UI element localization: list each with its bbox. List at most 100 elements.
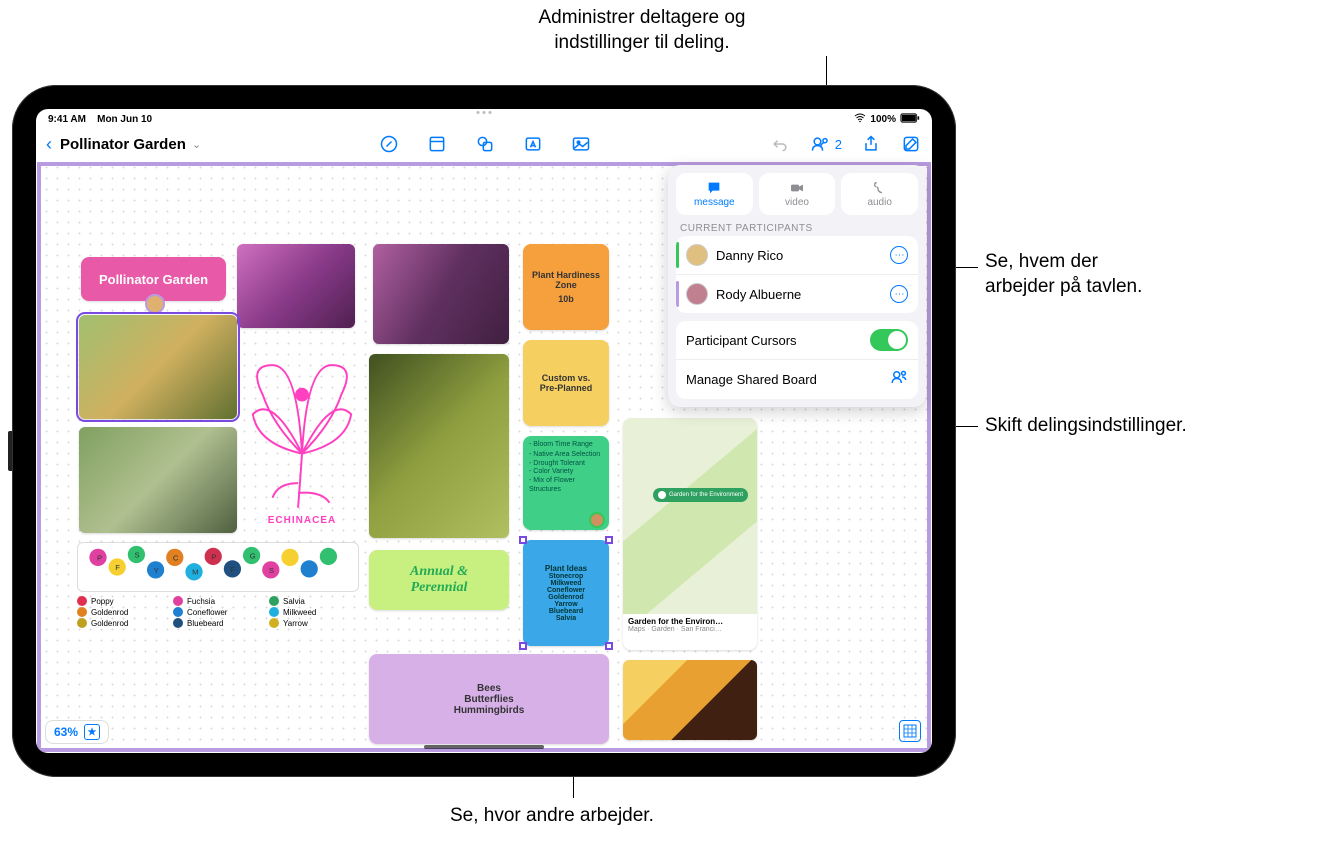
collaboration-popover: message video audio CURRENT PARTICIPANTS… <box>668 165 926 407</box>
callout-participants: Se, hvem der arbejder på tavlen. <box>985 250 1142 299</box>
multitask-dots[interactable] <box>477 111 492 114</box>
svg-text:F: F <box>230 565 235 574</box>
zoom-value: 63% <box>54 725 78 739</box>
status-right: 100% <box>854 113 920 126</box>
callout-top: Administrer deltagere og indstillinger t… <box>472 6 812 55</box>
popover-tab-message[interactable]: message <box>676 173 753 215</box>
title-menu-chevron[interactable]: ⌄ <box>192 138 201 151</box>
svg-text:M: M <box>192 568 198 577</box>
legend-item: Milkweed <box>269 607 359 617</box>
switch-on[interactable] <box>870 329 908 351</box>
idea-1: Milkweed <box>550 580 581 587</box>
undo-icon[interactable] <box>769 133 791 155</box>
sticky-zone[interactable]: Plant Hardiness Zone 10b <box>523 244 609 330</box>
map-card[interactable]: Garden for the Environment Garden for th… <box>623 418 757 650</box>
photo-wide-garden[interactable] <box>369 354 509 538</box>
participant-row[interactable]: Danny Rico ⋯ <box>676 236 918 275</box>
tab-video-label: video <box>785 197 809 208</box>
svg-text:C: C <box>173 553 179 562</box>
collab-count: 2 <box>835 137 842 152</box>
popover-tab-video[interactable]: video <box>759 173 836 215</box>
board-title[interactable]: Pollinator Garden <box>60 136 186 153</box>
legend-item: Coneflower <box>173 607 263 617</box>
legend-item: Bluebeard <box>173 618 263 628</box>
media-tool-icon[interactable] <box>570 133 592 155</box>
participant-name: Rody Albuerne <box>716 287 882 302</box>
zone-value: 10b <box>558 294 574 304</box>
legend-grid: Poppy Fuchsia Salvia Goldenrod Coneflower Mil… <box>77 596 359 628</box>
idea-0: Stonecrop <box>549 573 584 580</box>
svg-text:S: S <box>269 566 274 575</box>
participant-more-icon[interactable]: ⋯ <box>890 246 908 264</box>
shape-tool-icon[interactable] <box>474 133 496 155</box>
minimap-button[interactable] <box>899 720 921 742</box>
idea-5: Bluebeard <box>549 608 583 615</box>
legend-colorband: PF SY CM PF GS <box>77 542 359 592</box>
tab-audio-label: audio <box>867 197 891 208</box>
map-sub: Maps · Garden · San Franci… <box>628 626 752 633</box>
compose-icon[interactable] <box>900 133 922 155</box>
callout-sharing: Skift delingsindstillinger. <box>985 414 1187 439</box>
legend-item: Goldenrod <box>77 618 167 628</box>
bloom-1: - Native Area Selection <box>529 451 603 460</box>
idea-4: Yarrow <box>554 601 577 608</box>
photo-bee[interactable] <box>79 315 237 419</box>
photo-garden-purple[interactable] <box>373 244 509 344</box>
status-left: 9:41 AM Mon Jun 10 <box>48 114 152 125</box>
participants-header: CURRENT PARTICIPANTS <box>680 223 914 234</box>
manage-shared-board[interactable]: Manage Shared Board <box>676 360 918 399</box>
svg-text:P: P <box>97 553 102 562</box>
battery-pct: 100% <box>870 114 896 125</box>
avatar <box>686 244 708 266</box>
zoom-fit-icon[interactable]: ★ <box>84 724 100 740</box>
zoom-control[interactable]: 63% ★ <box>45 720 109 744</box>
map-pin: Garden for the Environment <box>653 488 748 502</box>
status-date: Mon Jun 10 <box>97 114 152 125</box>
back-button[interactable]: ‹ <box>46 134 52 155</box>
sticky-bloom[interactable]: - Bloom Time Range - Native Area Selecti… <box>523 436 609 530</box>
participants-list: Danny Rico ⋯ Rody Albuerne ⋯ <box>676 236 918 313</box>
manage-label: Manage Shared Board <box>686 372 882 387</box>
map-title: Garden for the Environ… <box>628 617 752 626</box>
sticky-bees[interactable]: Bees Butterflies Hummingbirds <box>369 654 609 744</box>
ipad-frame: 9:41 AM Mon Jun 10 100% ‹ Pollinator Gar… <box>12 85 956 777</box>
legend-item: Salvia <box>269 596 359 606</box>
legend-item: Poppy <box>77 596 167 606</box>
svg-text:G: G <box>250 551 256 560</box>
share-icon[interactable] <box>860 133 882 155</box>
participant-more-icon[interactable]: ⋯ <box>890 285 908 303</box>
pen-tool-icon[interactable] <box>378 133 400 155</box>
sketch-flower[interactable]: ECHINACEA <box>243 334 361 524</box>
participant-name: Danny Rico <box>716 248 882 263</box>
legend-item: Fuchsia <box>173 596 263 606</box>
bloom-3: - Color Variety <box>529 468 603 477</box>
participant-edge <box>676 242 679 268</box>
tab-message-label: message <box>694 197 735 208</box>
avatar <box>686 283 708 305</box>
participant-cursors-toggle[interactable]: Participant Cursors <box>676 321 918 360</box>
legend-card[interactable]: PF SY CM PF GS PoppyFuchsiaSalviaGoldenr… <box>77 542 359 628</box>
idea-2: Coneflower <box>547 587 585 594</box>
collaborate-icon[interactable] <box>809 133 831 155</box>
callout-cursors: Se, hvor andre arbejder. <box>450 804 654 829</box>
bloom-0: - Bloom Time Range <box>529 441 603 450</box>
avatar-on-title <box>145 294 165 314</box>
manage-icon <box>890 368 908 391</box>
svg-text:F: F <box>115 563 120 572</box>
sticky-tool-icon[interactable] <box>426 133 448 155</box>
photo-flower-pink[interactable] <box>237 244 355 328</box>
popover-tab-audio[interactable]: audio <box>841 173 918 215</box>
sticky-custom[interactable]: Custom vs. Pre-Planned <box>523 340 609 426</box>
sticky-annual[interactable]: Annual & Perennial <box>369 550 509 610</box>
text-tool-icon[interactable] <box>522 133 544 155</box>
photo-bee-closeup[interactable] <box>623 660 757 740</box>
participant-row[interactable]: Rody Albuerne ⋯ <box>676 275 918 313</box>
home-indicator[interactable] <box>424 745 544 749</box>
participant-edge <box>676 281 679 307</box>
photo-meadow[interactable] <box>79 427 237 533</box>
svg-text:S: S <box>134 550 139 559</box>
screen: 9:41 AM Mon Jun 10 100% ‹ Pollinator Gar… <box>36 109 932 753</box>
idea-3: Goldenrod <box>548 594 583 601</box>
bees-text: Bees Butterflies Hummingbirds <box>454 683 525 716</box>
sticky-ideas[interactable]: Plant Ideas Stonecrop Milkweed Coneflowe… <box>523 540 609 646</box>
